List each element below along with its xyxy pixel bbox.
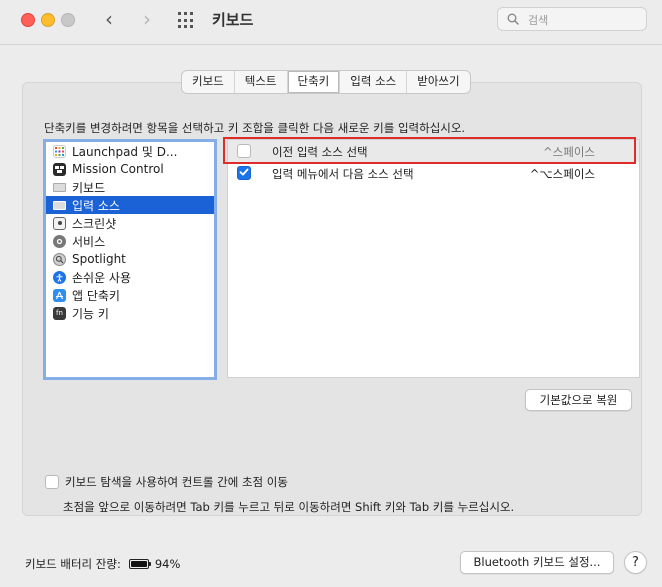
category-mission-control[interactable]: Mission Control xyxy=(46,160,214,178)
category-label: 손쉬운 사용 xyxy=(72,270,132,285)
accessibility-icon xyxy=(53,270,66,284)
category-label: 키보드 xyxy=(72,180,106,195)
shortcut-enable-checkbox[interactable] xyxy=(237,144,251,158)
app-store-icon xyxy=(53,288,66,302)
tab-bar: 키보드 텍스트 단축키 입력 소스 받아쓰기 xyxy=(181,70,471,94)
bluetooth-keyboard-setup-button[interactable]: Bluetooth 키보드 설정... xyxy=(460,551,614,574)
keyboard-navigation-checkbox[interactable] xyxy=(45,475,59,489)
category-label: 스크린샷 xyxy=(72,216,117,231)
category-label: 서비스 xyxy=(72,234,106,249)
spotlight-icon xyxy=(53,252,66,266)
back-chevron-icon[interactable]: ‹ xyxy=(98,8,120,30)
input-source-icon xyxy=(53,200,66,210)
category-label: 입력 소스 xyxy=(72,198,120,213)
fn-key-icon: fn xyxy=(53,306,66,320)
category-accessibility[interactable]: 손쉬운 사용 xyxy=(46,268,214,286)
minimize-window-button[interactable] xyxy=(41,13,55,27)
tab-dictation[interactable]: 받아쓰기 xyxy=(407,71,469,93)
category-label: Spotlight xyxy=(72,252,126,266)
category-app-shortcuts[interactable]: 앱 단축키 xyxy=(46,286,214,304)
category-input-sources[interactable]: 입력 소스 xyxy=(46,196,214,214)
search-field[interactable] xyxy=(497,7,647,31)
shortcut-name: 입력 메뉴에서 다음 소스 선택 xyxy=(272,167,414,181)
keyboard-navigation-hint: 초점을 앞으로 이동하려면 Tab 키를 누르고 뒤로 이동하려면 Shift … xyxy=(63,500,515,514)
title-bar: ‹ › 키보드 xyxy=(0,0,662,45)
category-label: 기능 키 xyxy=(72,306,109,321)
category-label: 앱 단축키 xyxy=(72,288,120,303)
forward-chevron-icon[interactable]: › xyxy=(136,8,158,30)
category-keyboard[interactable]: 키보드 xyxy=(46,178,214,196)
category-launchpad[interactable]: Launchpad 및 D... xyxy=(46,142,214,160)
category-label: Launchpad 및 D... xyxy=(72,144,178,159)
window-title: 키보드 xyxy=(212,11,254,29)
battery-status: 키보드 배터리 잔량: 94% xyxy=(25,556,180,572)
category-services[interactable]: 서비스 xyxy=(46,232,214,250)
battery-icon xyxy=(128,559,151,569)
show-all-grid-icon[interactable] xyxy=(178,12,195,29)
keyboard-navigation-option[interactable]: 키보드 탐색을 사용하여 컨트롤 간에 초점 이동 xyxy=(45,474,288,490)
shortcut-row-previous-source[interactable]: 이전 입력 소스 선택 ^스페이스 xyxy=(228,140,639,162)
keyboard-icon xyxy=(53,182,66,192)
tab-shortcuts[interactable]: 단축키 xyxy=(287,71,341,93)
mission-control-icon xyxy=(53,162,66,176)
shortcut-keys[interactable]: ^스페이스 xyxy=(543,144,595,160)
keyboard-navigation-label: 키보드 탐색을 사용하여 컨트롤 간에 초점 이동 xyxy=(65,475,288,489)
tab-input-sources[interactable]: 입력 소스 xyxy=(340,71,408,93)
zoom-window-button[interactable] xyxy=(61,13,75,27)
launchpad-icon xyxy=(53,144,66,158)
services-gear-icon xyxy=(53,234,66,248)
instruction-text: 단축키를 변경하려면 항목을 선택하고 키 조합을 클릭한 다음 새로운 키를 … xyxy=(44,121,466,135)
system-preferences-window: ‹ › 키보드 키보드 텍스트 단축키 입력 소스 받아쓰기 단축키를 변경하려… xyxy=(0,0,662,587)
search-input[interactable] xyxy=(526,11,640,29)
tab-keyboard[interactable]: 키보드 xyxy=(182,71,235,93)
shortcut-name: 이전 입력 소스 선택 xyxy=(272,145,368,159)
shortcut-enable-checkbox[interactable] xyxy=(237,166,251,180)
battery-value: 94% xyxy=(154,557,181,571)
category-function-keys[interactable]: fn 기능 키 xyxy=(46,304,214,322)
close-window-button[interactable] xyxy=(21,13,35,27)
checkmark-icon xyxy=(239,168,249,176)
search-icon xyxy=(507,13,519,25)
category-screenshots[interactable]: 스크린샷 xyxy=(46,214,214,232)
screenshot-icon xyxy=(53,216,66,230)
battery-label: 키보드 배터리 잔량: xyxy=(25,557,121,571)
category-label: Mission Control xyxy=(72,162,164,176)
shortcut-category-list[interactable]: Launchpad 및 D... Mission Control 키보드 입력 … xyxy=(43,139,217,380)
shortcut-keys[interactable]: ^⌥스페이스 xyxy=(530,166,595,182)
shortcut-table: 이전 입력 소스 선택 ^스페이스 입력 메뉴에서 다음 소스 선택 ^⌥스페이… xyxy=(227,139,640,378)
restore-defaults-button[interactable]: 기본값으로 복원 xyxy=(525,389,632,411)
category-spotlight[interactable]: Spotlight xyxy=(46,250,214,268)
tab-text[interactable]: 텍스트 xyxy=(235,71,288,93)
help-button[interactable]: ? xyxy=(624,551,647,574)
shortcut-row-next-source[interactable]: 입력 메뉴에서 다음 소스 선택 ^⌥스페이스 xyxy=(228,162,639,184)
